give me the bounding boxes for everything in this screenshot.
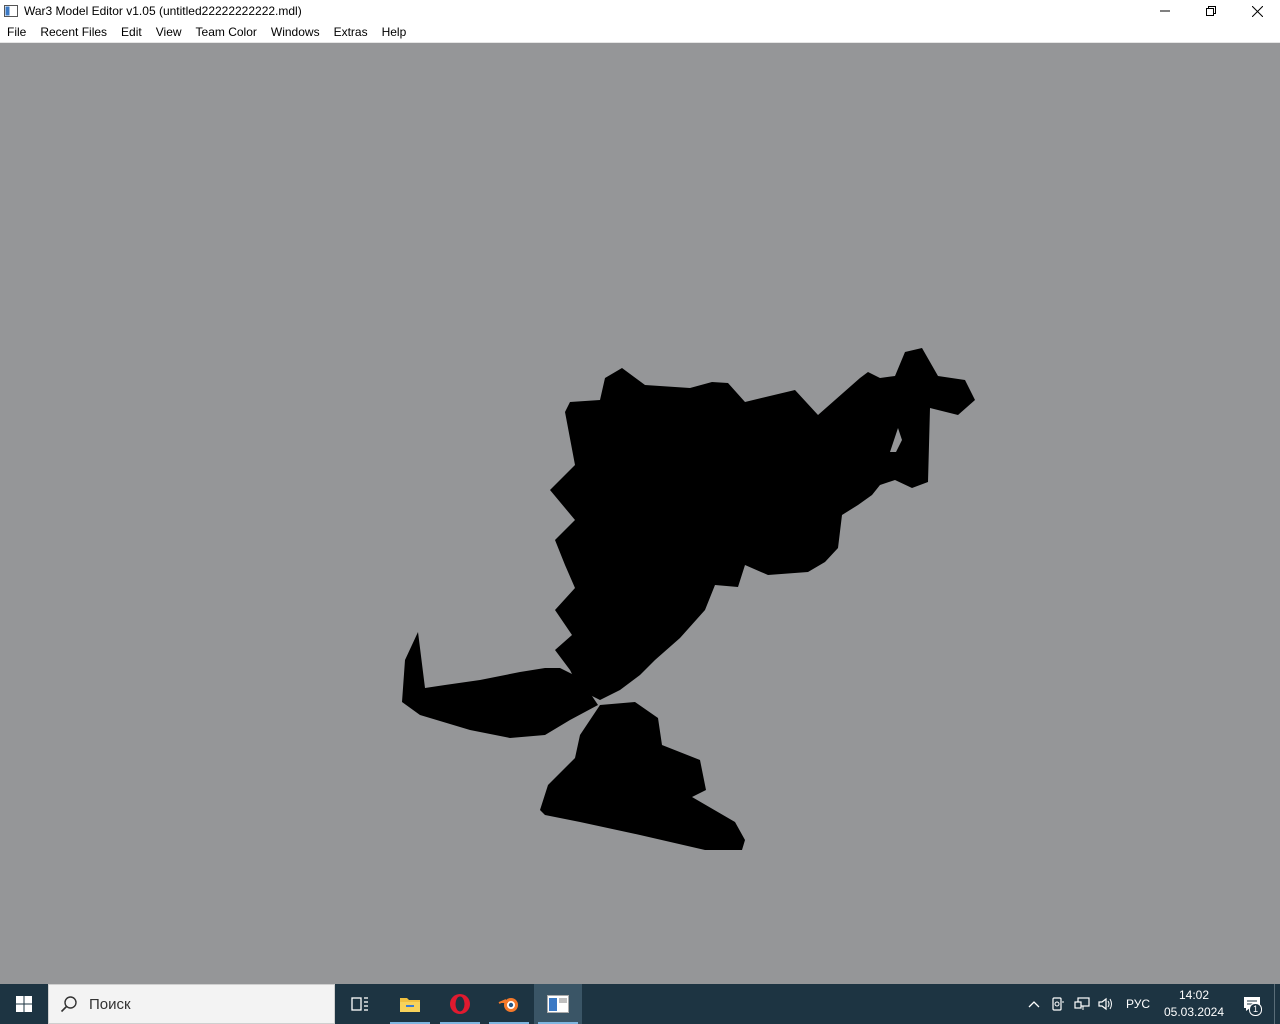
minimize-button[interactable] (1142, 0, 1188, 22)
taskbar: Поиск РУС 14:02 05.03.2024 1 (0, 984, 1280, 1024)
clock-time: 14:02 (1178, 988, 1210, 1002)
blender-icon (498, 998, 518, 1012)
taskbar-file-explorer[interactable] (386, 984, 434, 1024)
minimize-icon (1160, 10, 1170, 12)
model-silhouette (402, 348, 975, 850)
search-placeholder: Поиск (89, 995, 131, 1013)
show-desktop-button[interactable] (1274, 984, 1280, 1024)
tray-volume-button[interactable] (1094, 984, 1118, 1024)
task-view-button[interactable] (336, 984, 384, 1024)
clock-date: 05.03.2024 (1163, 1005, 1225, 1019)
war3-model-editor-icon (547, 995, 569, 1013)
restore-icon (1206, 6, 1216, 16)
menu-extras[interactable]: Extras (327, 22, 375, 42)
tray-network-button[interactable] (1070, 984, 1094, 1024)
model-viewport[interactable] (0, 43, 1280, 984)
menu-team-color[interactable]: Team Color (189, 22, 264, 42)
tray-device-button[interactable] (1046, 984, 1070, 1024)
system-tray: РУС 14:02 05.03.2024 1 (1022, 984, 1280, 1024)
menu-recent-files[interactable]: Recent Files (33, 22, 114, 42)
close-button[interactable] (1234, 0, 1280, 22)
title-bar: War3 Model Editor v1.05 (untitled2222222… (0, 0, 1280, 22)
start-button[interactable] (0, 984, 48, 1024)
volume-icon (1098, 997, 1112, 1011)
file-explorer-icon (400, 998, 420, 1012)
taskbar-war3-model-editor[interactable] (534, 984, 582, 1024)
device-icon (1052, 997, 1064, 1011)
menu-bar: File Recent Files Edit View Team Color W… (0, 22, 1280, 43)
notification-count: 1 (1249, 1003, 1262, 1016)
window-title: War3 Model Editor v1.05 (untitled2222222… (24, 4, 302, 18)
opera-icon (450, 994, 470, 1014)
task-view-icon (351, 997, 368, 1011)
restore-button[interactable] (1188, 0, 1234, 22)
chevron-up-icon (1028, 1001, 1040, 1008)
taskbar-blender[interactable] (485, 984, 533, 1024)
menu-view[interactable]: View (149, 22, 189, 42)
taskbar-opera[interactable] (436, 984, 484, 1024)
taskbar-search[interactable]: Поиск (48, 984, 335, 1024)
action-center-button[interactable]: 1 (1230, 984, 1274, 1024)
app-window-icon[interactable] (3, 3, 19, 19)
clock[interactable]: 14:02 05.03.2024 (1158, 987, 1230, 1021)
windows-logo-icon (16, 996, 32, 1012)
search-icon (59, 994, 79, 1014)
window-controls (1142, 0, 1280, 22)
network-icon (1074, 997, 1090, 1010)
input-language-indicator[interactable]: РУС (1118, 997, 1158, 1011)
menu-file[interactable]: File (0, 22, 33, 42)
close-icon (1251, 5, 1263, 17)
menu-edit[interactable]: Edit (114, 22, 149, 42)
show-hidden-icons-button[interactable] (1022, 984, 1046, 1024)
menu-windows[interactable]: Windows (264, 22, 327, 42)
menu-help[interactable]: Help (375, 22, 414, 42)
